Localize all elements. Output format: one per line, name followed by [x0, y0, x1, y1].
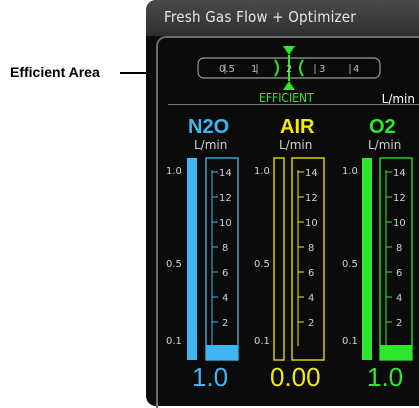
n2o-scale-label: 1.0 — [166, 166, 182, 177]
n2o-unit: L/min — [194, 138, 228, 152]
o2-tube-tick-label: 14 — [393, 168, 406, 179]
air-tube-tick-label: 2 — [308, 318, 314, 329]
optimizer-top-marker — [283, 46, 295, 55]
o2-unit: L/min — [368, 138, 402, 152]
n2o-flow-tube: 1.0 0.5 0.1 14 12 10 8 6 4 2 — [166, 157, 239, 361]
air-flow-tube: 1.0 0.5 0.1 14 12 10 8 6 4 2 — [254, 157, 325, 361]
air-scale-label: 0.5 — [254, 259, 270, 270]
optimizer-tick-label: 3 — [319, 64, 325, 75]
o2-label: O2 — [369, 116, 396, 138]
air-tube-tick-label: 12 — [305, 193, 318, 204]
o2-tube-tick-label: 8 — [396, 243, 402, 254]
o2-scale-label: 0.1 — [342, 336, 358, 347]
n2o-tube-tick-label: 10 — [219, 218, 232, 229]
n2o-scale-label: 0.5 — [166, 259, 182, 270]
air-tube-tick-label: 14 — [305, 168, 318, 179]
separator — [168, 104, 419, 105]
air-tube-tick-label: 4 — [308, 293, 314, 304]
air-tube-tick-label: 6 — [308, 268, 314, 279]
efficient-area-callout-label: Efficient Area — [10, 64, 100, 80]
efficient-label: EFFICIENT — [259, 91, 314, 105]
air-tube-tick-label: 8 — [308, 243, 314, 254]
panel-header: Fresh Gas Flow + Optimizer — [146, 0, 419, 36]
n2o-tube-tick-label: 6 — [222, 268, 228, 279]
n2o-thin-bar — [187, 158, 197, 360]
o2-thin-bar — [362, 158, 372, 360]
air-scale-label: 1.0 — [254, 166, 270, 177]
optimizer-tick-label: 2 — [286, 64, 292, 75]
n2o-tube-tick-label: 4 — [222, 293, 228, 304]
n2o-tube-tick-label: 2 — [222, 318, 228, 329]
n2o-tube-fill — [206, 345, 238, 360]
panel-title: Fresh Gas Flow + Optimizer — [164, 8, 357, 26]
efficient-zone-left-bracket — [274, 59, 279, 77]
air-unit: L/min — [279, 138, 313, 152]
o2-tube-tick-label: 10 — [393, 218, 406, 229]
o2-tube-tick-label: 12 — [393, 193, 406, 204]
optimizer-bottom-marker — [283, 81, 295, 90]
o2-tube-tick-label: 2 — [396, 318, 402, 329]
air-scale-label: 0.1 — [254, 336, 270, 347]
air-thin-bar — [273, 157, 285, 361]
efficient-zone-right-bracket — [299, 59, 304, 77]
n2o-scale-label: 0.1 — [166, 336, 182, 347]
n2o-tube-tick-label: 8 — [222, 243, 228, 254]
o2-scale-label: 0.5 — [342, 259, 358, 270]
air-label: AIR — [280, 116, 315, 138]
n2o-value: 1.0 — [192, 362, 229, 392]
o2-scale-label: 1.0 — [342, 166, 358, 177]
air-value: 0.00 — [270, 362, 321, 392]
o2-flow-tube: 1.0 0.5 0.1 14 12 10 8 6 4 2 — [342, 157, 413, 361]
o2-tube-fill — [380, 345, 412, 360]
n2o-label: N2O — [188, 116, 230, 138]
o2-tube-tick-label: 6 — [396, 268, 402, 279]
air-tube-tick-label: 10 — [305, 218, 318, 229]
n2o-tube-tick-label: 14 — [219, 168, 232, 179]
n2o-tube-tick-label: 12 — [219, 193, 232, 204]
o2-tube-tick-label: 4 — [396, 293, 402, 304]
optimizer-tick-label: 1 — [251, 64, 257, 75]
optimizer-tick-label: 4 — [353, 64, 359, 75]
o2-value: 1.0 — [367, 362, 404, 392]
optimizer-tick-label: 0.5 — [219, 64, 235, 75]
fresh-gas-flow-panel: Fresh Gas Flow + Optimizer 0.5 1 2 3 4 E… — [146, 0, 419, 408]
